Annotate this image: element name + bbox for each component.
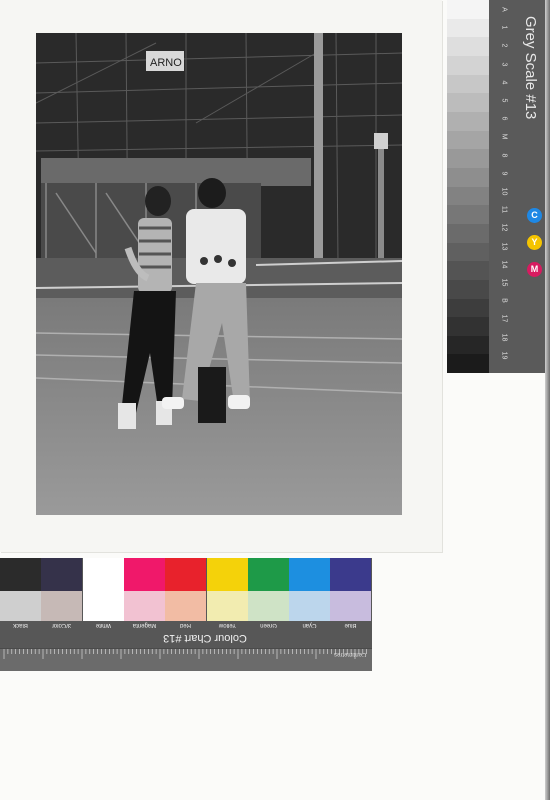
swatch-name: Blue <box>344 622 357 628</box>
ruler-label: Centimetres <box>333 651 366 657</box>
photo-print: ARNO <box>0 0 442 552</box>
grey-patch <box>447 261 489 280</box>
grey-patch <box>447 149 489 168</box>
grey-scale-number: 6 <box>500 116 508 121</box>
grey-patch <box>447 223 489 243</box>
grey-scale-number: 13 <box>500 242 508 250</box>
scanner-edge-shadow <box>545 0 550 800</box>
grey-patch <box>447 205 489 224</box>
grey-scale-number: 1 <box>500 25 508 30</box>
grey-scale-number: M <box>500 133 508 140</box>
grey-patch <box>447 130 489 150</box>
arno-sign: ARNO <box>150 57 182 69</box>
grey-scale-number: 10 <box>500 187 508 196</box>
cym-marker-c: C <box>527 208 542 223</box>
colour-swatch-top <box>82 558 124 591</box>
grey-scale-title: Grey Scale #13 <box>519 16 541 176</box>
grey-scale-number: 12 <box>500 223 508 232</box>
grey-scale-number: 9 <box>500 171 508 176</box>
swatch-name: Yellow <box>218 622 236 628</box>
colour-swatch-bottom <box>247 591 289 621</box>
swatch-name: 3/Color <box>52 622 72 628</box>
colour-swatch-top <box>0 558 41 591</box>
grey-patches <box>447 0 489 374</box>
colour-swatch-bottom <box>330 591 372 621</box>
grey-patch <box>447 167 489 187</box>
colour-swatch-bottom <box>82 591 124 621</box>
grey-patch <box>447 93 489 112</box>
grey-scale-target: A 1 2 3 4 5 6 M 8 9 10 11 12 13 14 15 B 17 18 19 Grey Scale… <box>447 0 545 374</box>
colour-swatch-bottom <box>123 591 165 621</box>
colour-swatch-bottom <box>289 591 331 621</box>
grey-scale-number: 17 <box>500 314 508 323</box>
grey-patch <box>447 0 489 19</box>
swatch-name: Black <box>13 622 28 628</box>
colour-swatch-top <box>330 558 372 591</box>
street-scene-image: ARNO <box>36 33 402 515</box>
grey-scale-number: 3 <box>500 62 508 67</box>
grey-patch <box>447 55 489 75</box>
grey-patch <box>447 354 489 374</box>
photograph: ARNO <box>36 33 402 515</box>
grey-scale-number: 11 <box>500 206 508 214</box>
grey-patch <box>447 186 489 206</box>
colour-swatch-bottom <box>41 591 83 621</box>
grey-patch <box>447 18 489 38</box>
grey-patch <box>447 111 489 131</box>
swatch-name: Red <box>180 622 192 628</box>
colour-swatch-top <box>123 558 165 591</box>
cym-marker-m: M <box>527 262 542 277</box>
grey-patch <box>447 335 489 355</box>
grey-scale-number: 8 <box>500 153 508 158</box>
grey-patch <box>447 279 489 299</box>
grey-scale-number: 18 <box>500 333 508 341</box>
grey-scale-numbers: A 1 2 3 4 5 6 M 8 9 10 11 12 13 14 15 B 17 18 19 <box>497 0 509 373</box>
grey-scale-number: 5 <box>500 98 508 103</box>
colour-swatch-bottom <box>206 591 248 621</box>
grey-patch <box>447 298 489 318</box>
colour-swatch-top <box>289 558 331 591</box>
grey-scale-number: B <box>500 298 508 304</box>
grey-scale-number: 19 <box>500 351 508 360</box>
colour-swatch-top <box>206 558 248 591</box>
colour-chart-target: Black 3/Color White Magenta Red Yellow Green Cy… <box>0 558 372 671</box>
colour-swatch-top <box>165 558 207 591</box>
colour-swatch-top <box>247 558 289 591</box>
swatch-name: White <box>95 622 111 628</box>
grey-patch <box>447 37 489 56</box>
colour-swatch-top <box>41 558 83 591</box>
swatch-name: Magenta <box>132 622 157 628</box>
grey-scale-title-text: Grey Scale #13 <box>522 16 539 120</box>
grey-scale-number: 2 <box>500 43 508 48</box>
grey-scale-number: 4 <box>500 80 508 85</box>
grey-scale-number: A <box>500 7 508 12</box>
swatch-name: Green <box>259 622 277 628</box>
grey-scale-number: 15 <box>500 278 508 287</box>
colour-swatch-bottom <box>165 591 207 621</box>
colour-chart-title: Colour Chart #13 <box>163 632 247 644</box>
grey-scale-number: 14 <box>500 260 508 269</box>
grey-patch <box>447 242 489 262</box>
grey-patch <box>447 317 489 336</box>
centimetre-ruler: Centimetres <box>0 648 372 671</box>
swatch-name: Cyan <box>302 622 317 628</box>
cym-marker-y: Y <box>527 235 542 250</box>
colour-swatch-bottom <box>0 591 41 621</box>
grey-patch <box>447 74 489 94</box>
ruler-ticks <box>3 649 368 659</box>
